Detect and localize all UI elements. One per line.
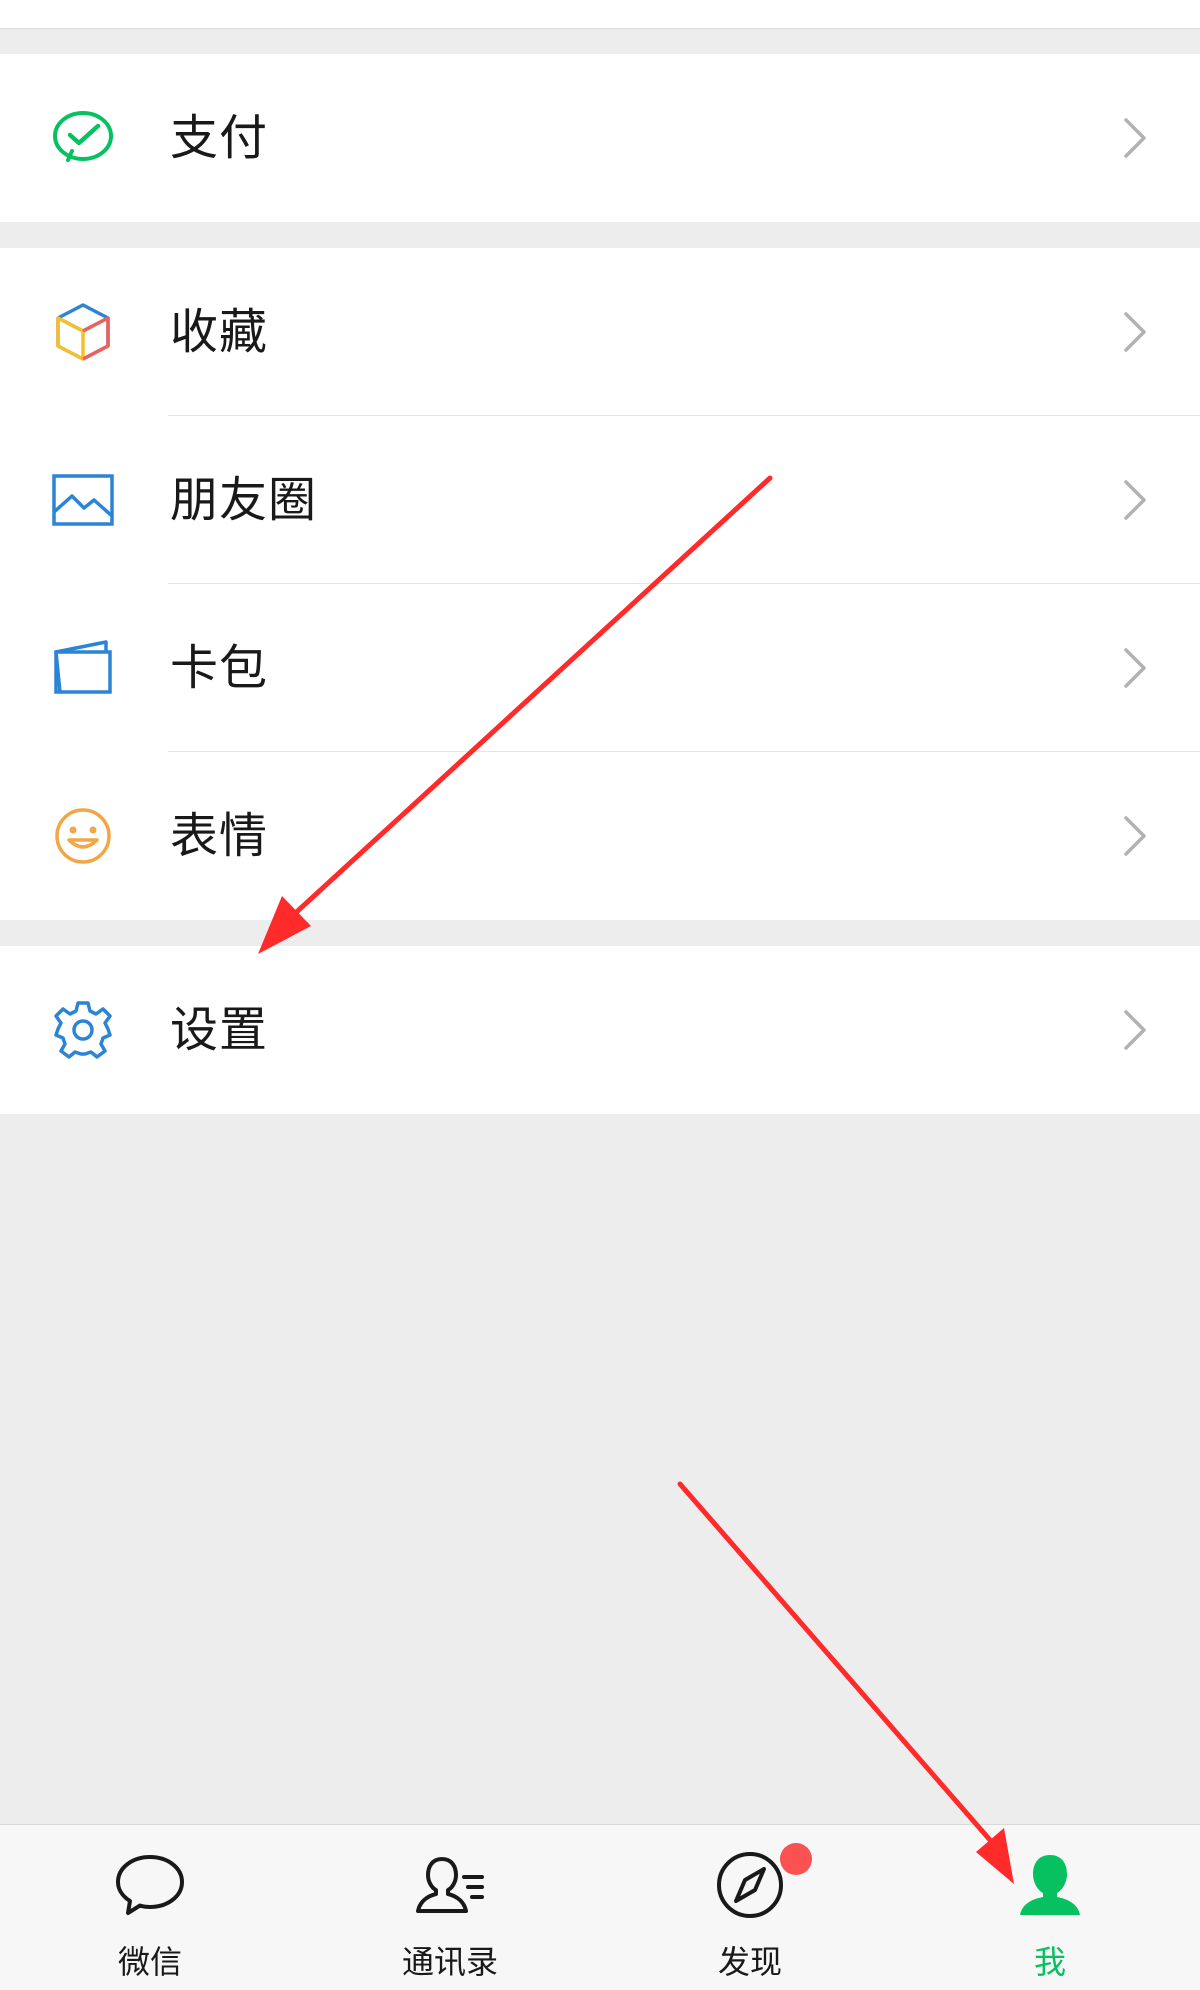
chat-bubble-icon bbox=[112, 1847, 188, 1923]
gear-icon bbox=[50, 1000, 116, 1060]
tab-label: 通讯录 bbox=[401, 1943, 498, 1981]
menu-item-pay[interactable]: 支付 bbox=[0, 54, 1200, 222]
chevron-right-icon bbox=[1120, 310, 1150, 354]
compass-icon bbox=[712, 1847, 788, 1923]
menu-item-label: 收藏 bbox=[170, 304, 269, 360]
services-card: 收藏 朋友圈 卡包 表情 bbox=[0, 248, 1200, 920]
chevron-right-icon bbox=[1120, 1008, 1150, 1052]
bottom-tab-bar: 微信 通讯录 发现 我 bbox=[0, 1824, 1200, 1990]
menu-item-label: 朋友圈 bbox=[170, 472, 318, 528]
menu-item-cards[interactable]: 卡包 bbox=[0, 584, 1200, 752]
me-page: 支付 收藏 朋友圈 卡包 表情 设置 微信 通讯录 发现 我 bbox=[0, 0, 1200, 1990]
tab-chats[interactable]: 微信 bbox=[0, 1825, 300, 1990]
card-wallet-icon bbox=[50, 638, 116, 698]
chevron-right-icon bbox=[1120, 478, 1150, 522]
smiley-icon bbox=[50, 806, 116, 866]
menu-item-favorites[interactable]: 收藏 bbox=[0, 248, 1200, 416]
tab-discover[interactable]: 发现 bbox=[600, 1825, 900, 1990]
tab-label: 发现 bbox=[717, 1943, 782, 1981]
pay-card: 支付 bbox=[0, 54, 1200, 222]
chevron-right-icon bbox=[1120, 646, 1150, 690]
tab-me[interactable]: 我 bbox=[900, 1825, 1200, 1990]
contacts-icon bbox=[412, 1847, 488, 1923]
person-icon bbox=[1012, 1847, 1088, 1923]
menu-item-moments[interactable]: 朋友圈 bbox=[0, 416, 1200, 584]
menu-item-label: 表情 bbox=[170, 808, 269, 864]
chevron-right-icon bbox=[1120, 814, 1150, 858]
menu-item-settings[interactable]: 设置 bbox=[0, 946, 1200, 1114]
picture-icon bbox=[50, 470, 116, 530]
tab-label: 我 bbox=[1033, 1943, 1066, 1981]
tab-contacts[interactable]: 通讯录 bbox=[300, 1825, 600, 1990]
menu-item-label: 卡包 bbox=[170, 640, 269, 696]
cube-icon bbox=[50, 302, 116, 362]
menu-item-stickers[interactable]: 表情 bbox=[0, 752, 1200, 920]
chevron-right-icon bbox=[1120, 116, 1150, 160]
notification-dot bbox=[780, 1843, 812, 1875]
menu-item-label: 设置 bbox=[170, 1002, 269, 1058]
top-card-edge bbox=[0, 0, 1200, 29]
pay-icon bbox=[50, 108, 116, 168]
tab-label: 微信 bbox=[117, 1943, 182, 1981]
menu-item-label: 支付 bbox=[170, 110, 269, 166]
settings-card: 设置 bbox=[0, 946, 1200, 1114]
